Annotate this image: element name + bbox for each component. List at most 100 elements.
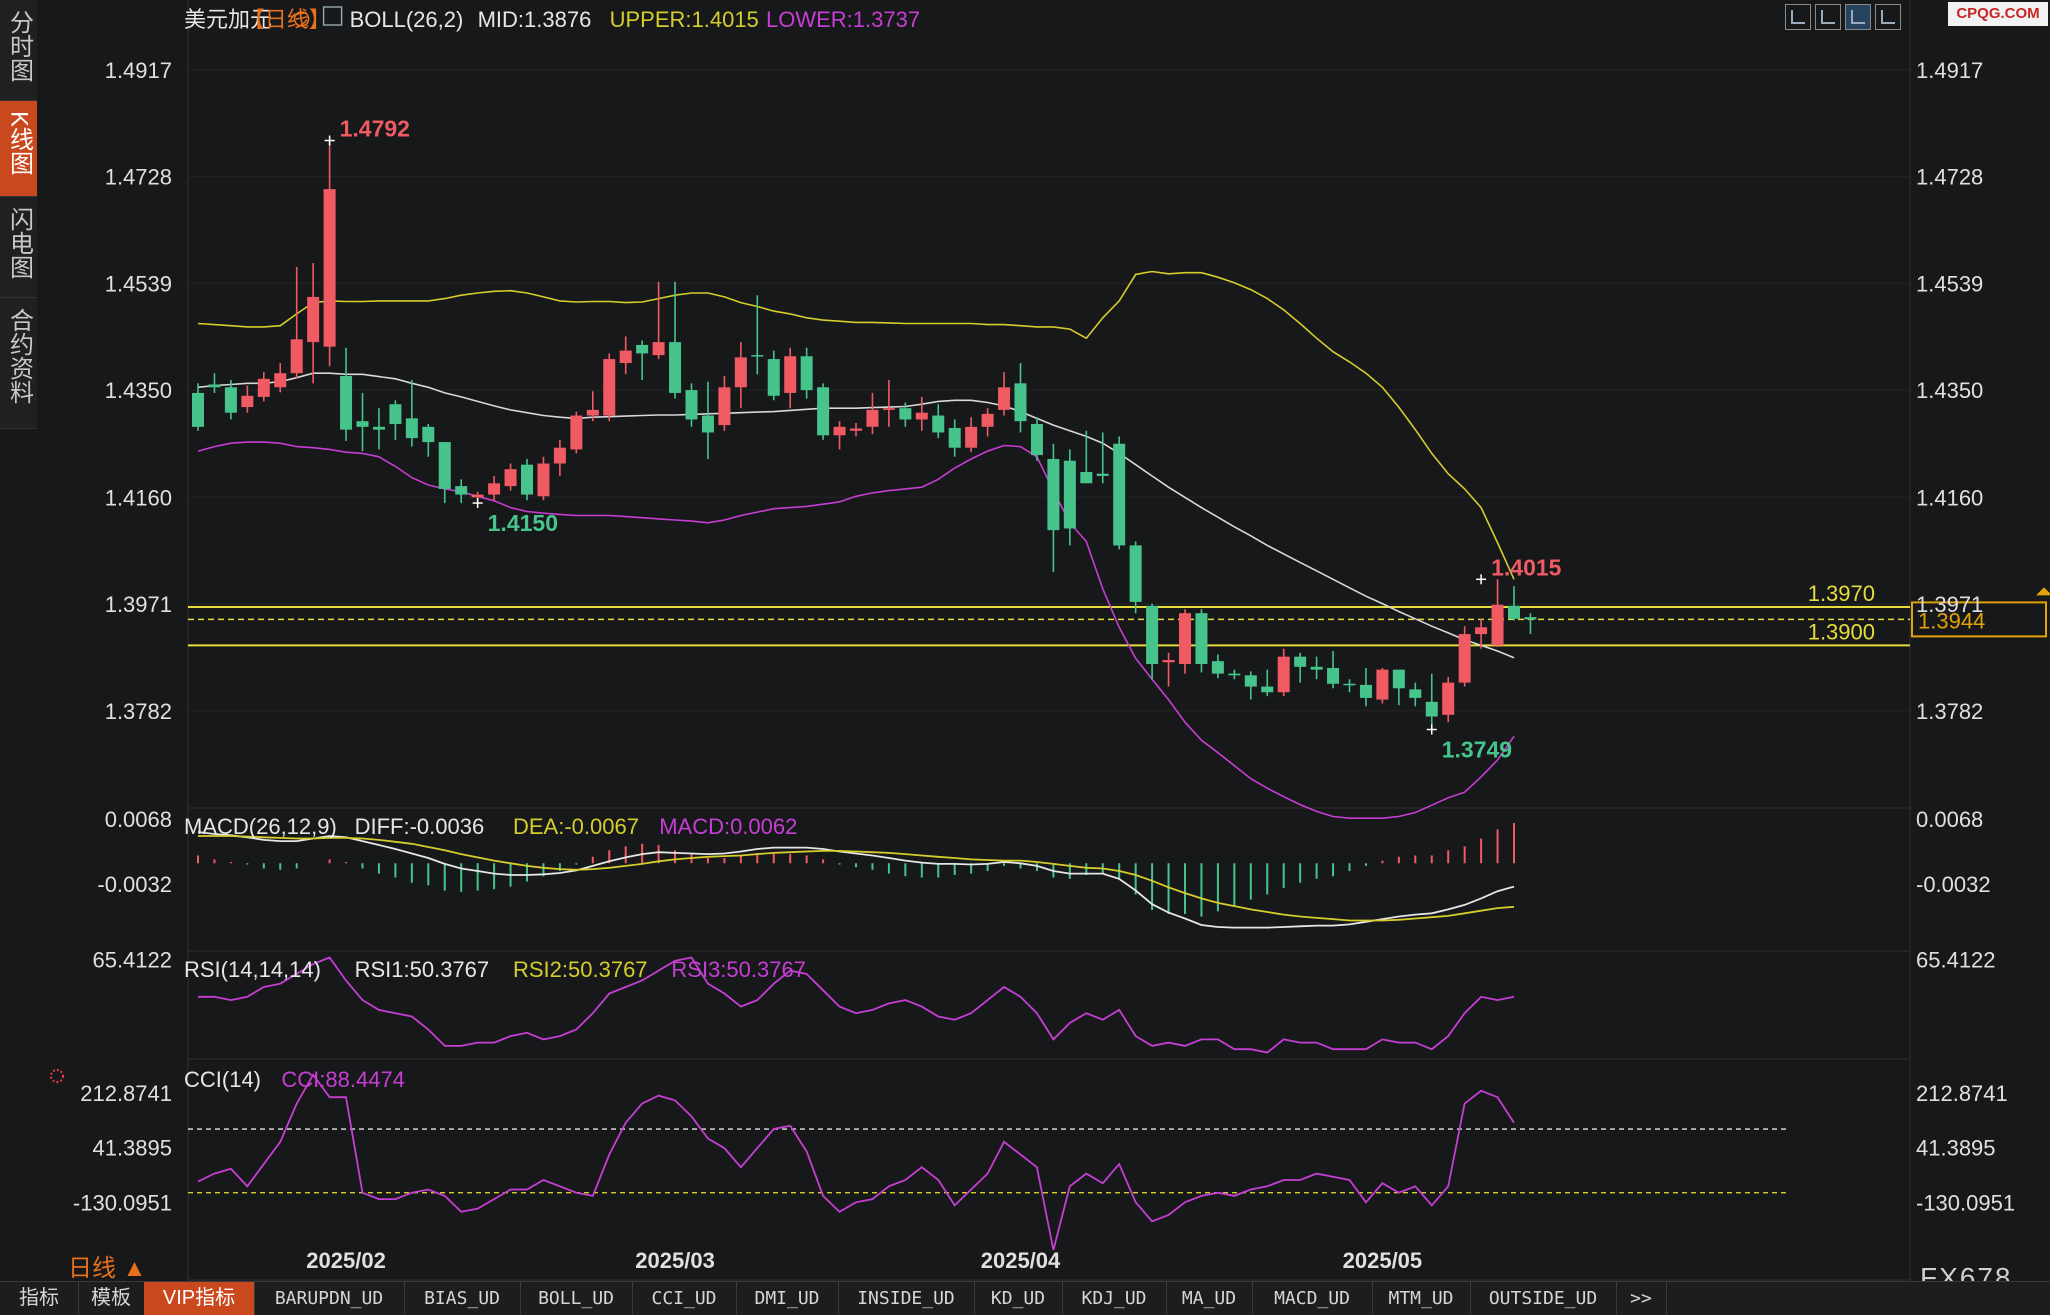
indicator-tab[interactable]: OUTSIDE_UD [1470,1282,1617,1315]
period-selector[interactable]: 日线 ▲ [68,1248,146,1283]
candle-body [1458,634,1471,683]
indicator-tab[interactable]: 指标 [0,1282,79,1315]
candle-body [356,421,369,427]
candle-body [504,469,517,487]
candlestick-icon[interactable] [1845,4,1871,30]
candle-body [948,427,961,448]
candle-body [1475,627,1488,635]
candle-body [833,426,846,436]
y-tick-label-right: 1.3971 [1916,592,1983,617]
indicator-tab[interactable]: BOLL_UD [520,1282,633,1315]
cci-value: CCI:88.4474 [281,1067,405,1092]
indicator-tab[interactable]: MACD_UD [1252,1282,1373,1315]
indicator-tab[interactable]: MA_UD [1166,1282,1253,1315]
indicator-tab[interactable]: INSIDE_UD [838,1282,975,1315]
crosshair-icon[interactable] [1785,4,1811,30]
indicator-tab[interactable]: MTM_UD [1372,1282,1471,1315]
candle-body [241,395,254,408]
candle-body [422,426,435,443]
candle-body [882,408,895,410]
boll-upper-value: UPPER:1.4015 [610,7,759,32]
candle-body [981,413,994,427]
chart-workspace[interactable]: 1.39701.3900 1.39441.47921.41501.40151.37… [0,0,2050,1314]
sidebar-item-contract[interactable]: 合约资料 [0,298,37,429]
candle-body [1491,604,1504,646]
candle-body [192,392,204,427]
candle-body [372,426,385,430]
y-tick-label-right: 1.4917 [1916,58,1983,83]
indicator-tab[interactable]: DMI_UD [736,1282,839,1315]
candle-body [1425,701,1438,717]
rsi-title: RSI(14,14,14) [184,957,321,982]
x-tick-label: 2025/03 [635,1248,715,1273]
y-tick-label-left: 1.4350 [105,378,172,403]
candle-body [1294,656,1307,667]
indicator-tab[interactable]: BIAS_UD [404,1282,521,1315]
candle-body [1179,613,1191,664]
x-tick-label: 2025/05 [1343,1248,1423,1273]
candle-body [932,415,945,433]
cci-tick-right: 41.3895 [1916,1136,1996,1161]
indicator-tab[interactable]: >> [1616,1282,1667,1315]
y-tick-label-left: 1.4728 [105,165,172,190]
candle-body [965,426,978,448]
indicator-tab[interactable]: CCI_UD [632,1282,737,1315]
level-label: 1.3970 [1808,581,1875,606]
candle-body [1195,613,1208,664]
candle-body [570,415,583,450]
chart-background [0,0,2050,1314]
candle-body [1146,605,1159,664]
candle-body [669,342,682,393]
sidebar-item-label: K线图 [5,111,33,176]
candle-body [586,409,599,416]
cci-title: CCI(14) [184,1067,261,1092]
candle-body [1343,683,1356,686]
candle-body [1277,656,1290,693]
macd-title: MACD(26,12,9) [184,814,337,839]
indicator-tab[interactable]: KDJ_UD [1062,1282,1167,1315]
candle-body [915,412,928,420]
macd-dea-value: DEA:-0.0067 [513,814,639,839]
candle-body [1524,617,1537,620]
candle-body [1113,443,1126,546]
candle-body [340,376,353,430]
sidebar-item-flash[interactable]: 闪电图 [0,197,37,298]
candle-body [619,350,632,364]
candle-body [1508,605,1520,619]
candle [570,411,583,454]
indicator-tab[interactable]: KD_UD [974,1282,1063,1315]
indicator-tab[interactable]: VIP指标 [144,1282,255,1315]
candle-body [1244,675,1257,687]
cci-tick-left: -130.0951 [73,1190,172,1215]
candle [817,383,830,440]
macd-diff-value: DIFF:-0.0036 [355,814,485,839]
cci-tick-left: 41.3895 [92,1136,172,1161]
line-chart-icon[interactable] [1875,4,1901,30]
boll-lower-value: LOWER:1.3737 [766,7,920,32]
sidebar-item-kline[interactable]: K线图 [0,101,37,197]
cci-tick-right: 212.8741 [1916,1081,2008,1106]
candle-body [257,378,270,397]
candle-body [784,356,797,393]
indicator-tab-bar: 指标 模板 VIP指标 BARUPDN_UD BIAS_UD BOLL_UD CCI_UD D… [0,1281,2050,1315]
candle-body [1376,669,1389,700]
indicator-tab[interactable]: 模板 [78,1282,145,1315]
site-badge[interactable]: CPQG.COM [1948,2,2048,26]
candle-body [685,390,698,420]
bar-chart-icon[interactable] [1815,4,1841,30]
candle-body [471,494,484,498]
candle [1113,436,1126,550]
candle-body [1261,686,1274,693]
sidebar-item-timeline[interactable]: 分时图 [0,0,37,101]
candle-body [701,415,714,433]
candle-body [1359,684,1372,698]
rsi-tick-left: 65.4122 [92,947,172,972]
macd-tick-left: 0.0068 [105,807,172,832]
rsi2-value: RSI2:50.3767 [513,957,648,982]
candle-body [1327,667,1340,684]
candle-body [1063,460,1076,529]
indicator-tab[interactable]: BARUPDN_UD [254,1282,405,1315]
candle-body [405,418,418,439]
candle [521,459,533,501]
rsi1-value: RSI1:50.3767 [355,957,490,982]
